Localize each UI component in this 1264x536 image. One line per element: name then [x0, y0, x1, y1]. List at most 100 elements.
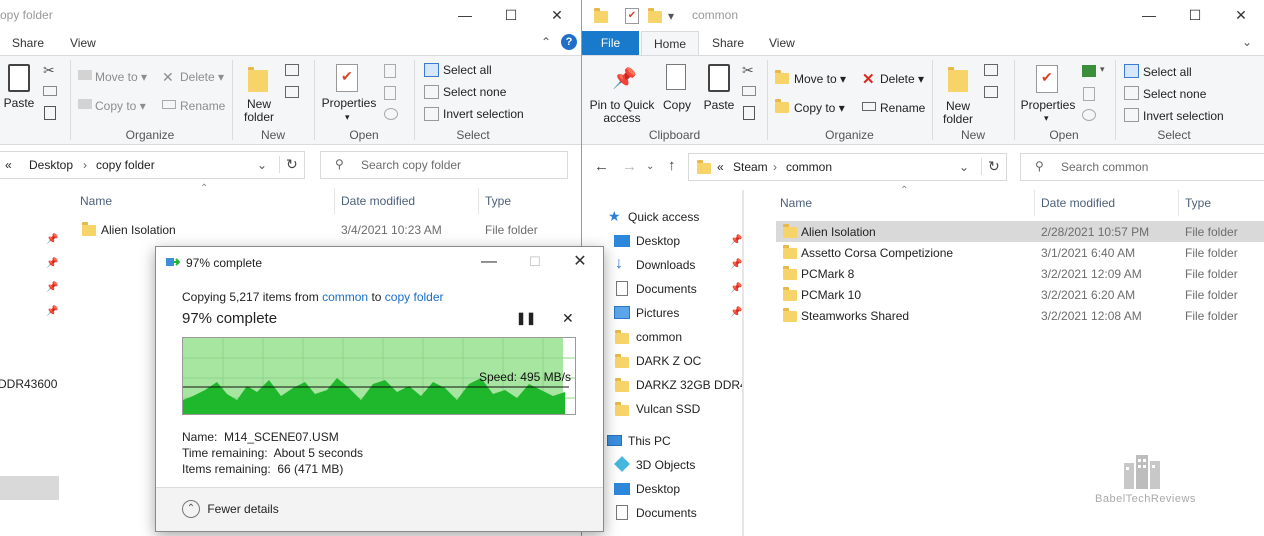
file-row-name[interactable]: Alien Isolation: [801, 225, 876, 239]
copy-to-button[interactable]: Copy to ▾: [95, 99, 146, 113]
file-row-name[interactable]: PCMark 10: [801, 288, 861, 302]
address-dropdown-icon[interactable]: ⌄: [257, 158, 267, 172]
move-to-button[interactable]: Move to ▾: [95, 70, 147, 84]
open-icon[interactable]: [384, 64, 396, 78]
select-all-button[interactable]: Select all: [443, 63, 492, 77]
copy-path-icon[interactable]: [43, 86, 57, 96]
copy-path-icon[interactable]: [742, 86, 756, 96]
minimize-button[interactable]: —: [466, 251, 512, 275]
destination-link[interactable]: copy folder: [385, 290, 444, 304]
new-item-icon[interactable]: [984, 64, 998, 76]
help-icon[interactable]: ?: [561, 34, 577, 50]
edit-icon[interactable]: [384, 86, 396, 100]
fewer-details-button[interactable]: ⌃ Fewer details: [182, 500, 279, 520]
pin-to-quick-access-button[interactable]: Pin to Quick access: [587, 99, 657, 125]
open-icon[interactable]: [1082, 65, 1096, 77]
source-link[interactable]: common: [322, 290, 368, 304]
history-icon[interactable]: [384, 108, 398, 120]
nav-item-common[interactable]: common: [582, 325, 742, 349]
properties-dropdown-icon[interactable]: ▾: [345, 112, 350, 123]
back-arrow-icon[interactable]: ←: [594, 158, 609, 175]
column-header-type[interactable]: Type: [485, 194, 511, 208]
properties-quick-icon[interactable]: ✔: [625, 8, 639, 24]
maximize-button[interactable]: ☐: [488, 0, 534, 31]
collapse-ribbon-icon[interactable]: ⌃: [541, 35, 551, 49]
refresh-icon[interactable]: ↻: [279, 156, 298, 173]
breadcrumb-overflow[interactable]: «: [5, 158, 12, 172]
nav-splitter[interactable]: [742, 190, 744, 536]
invert-selection-button[interactable]: Invert selection: [1143, 109, 1224, 123]
tab-file[interactable]: File: [582, 31, 639, 55]
history-icon[interactable]: [1082, 109, 1096, 121]
nav-item-pc-documents[interactable]: Documents: [582, 501, 742, 525]
tab-home[interactable]: Home: [641, 31, 700, 55]
nav-item-documents[interactable]: Documents 📌: [582, 277, 742, 301]
minimize-button[interactable]: —: [442, 0, 488, 31]
nav-quick-access[interactable]: ★ Quick access: [582, 205, 742, 229]
nav-item-pc-desktop[interactable]: Desktop: [582, 477, 742, 501]
tab-share[interactable]: Share: [0, 31, 56, 55]
new-folder-quick-icon[interactable]: [648, 8, 662, 23]
nav-item-vulcan-ssd[interactable]: Vulcan SSD: [582, 397, 742, 421]
file-row-name[interactable]: Assetto Corsa Competizione: [801, 246, 953, 260]
nav-item-pictures[interactable]: Pictures 📌: [582, 301, 742, 325]
nav-item-partial[interactable]: DDR43600: [0, 377, 57, 391]
tab-view[interactable]: View: [58, 31, 108, 55]
nav-item-darkz-32gb[interactable]: DARKZ 32GB DDR43: [582, 373, 742, 397]
rename-button[interactable]: Rename: [880, 101, 925, 115]
nav-item-desktop[interactable]: Desktop 📌: [582, 229, 742, 253]
file-row-name[interactable]: PCMark 8: [801, 267, 854, 281]
select-all-button[interactable]: Select all: [1143, 65, 1192, 79]
breadcrumb-steam[interactable]: Steam: [733, 160, 768, 174]
paste-button[interactable]: Paste: [3, 97, 35, 110]
cancel-button[interactable]: ✕: [562, 310, 574, 327]
minimize-button[interactable]: —: [1126, 0, 1172, 31]
select-none-button[interactable]: Select none: [443, 85, 506, 99]
address-bar[interactable]: « Desktop › copy folder ⌄ ↻: [0, 151, 305, 179]
up-arrow-icon[interactable]: ↑: [668, 157, 676, 174]
search-box[interactable]: ⚲ Search copy folder: [320, 151, 568, 179]
file-row-name[interactable]: Alien Isolation: [101, 223, 176, 237]
close-button[interactable]: ✕: [534, 0, 580, 31]
paste-shortcut-icon[interactable]: [743, 106, 755, 120]
nav-this-pc[interactable]: This PC: [582, 429, 742, 453]
breadcrumb-copy-folder[interactable]: copy folder: [96, 158, 155, 172]
nav-item-downloads[interactable]: ↓ Downloads 📌: [582, 253, 742, 277]
paste-button[interactable]: Paste: [702, 99, 736, 112]
move-to-button[interactable]: Move to ▾: [794, 72, 846, 86]
easy-access-icon[interactable]: [984, 86, 998, 98]
new-folder-button[interactable]: New folder: [939, 100, 977, 126]
refresh-icon[interactable]: ↻: [981, 158, 1000, 175]
rename-button[interactable]: Rename: [180, 99, 225, 113]
column-header-name[interactable]: Name: [80, 194, 112, 208]
nav-item-3d-objects[interactable]: 3D Objects: [582, 453, 742, 477]
paste-shortcut-icon[interactable]: [44, 106, 56, 120]
maximize-button[interactable]: ☐: [1172, 0, 1218, 31]
cut-icon[interactable]: ✂: [742, 62, 754, 79]
forward-arrow-icon[interactable]: →: [622, 158, 637, 175]
recent-locations-icon[interactable]: ⌄: [646, 161, 654, 172]
address-dropdown-icon[interactable]: ⌄: [959, 160, 969, 174]
file-row-name[interactable]: Steamworks Shared: [801, 309, 909, 323]
search-input[interactable]: Search common: [1061, 160, 1148, 174]
delete-button[interactable]: Delete ▾: [180, 70, 224, 84]
breadcrumb-desktop[interactable]: Desktop: [29, 158, 73, 172]
properties-button[interactable]: Properties: [320, 97, 378, 110]
pause-button[interactable]: ❚❚: [516, 311, 536, 325]
search-input[interactable]: Search copy folder: [361, 158, 461, 172]
cut-icon[interactable]: ✂: [43, 62, 55, 79]
column-header-type[interactable]: Type: [1185, 196, 1211, 210]
column-header-date[interactable]: Date modified: [1041, 196, 1115, 210]
invert-selection-button[interactable]: Invert selection: [443, 107, 524, 121]
customize-toolbar-icon[interactable]: ▾: [668, 9, 674, 23]
copy-to-button[interactable]: Copy to ▾: [794, 101, 845, 115]
column-header-name[interactable]: Name: [780, 196, 812, 210]
column-header-date[interactable]: Date modified: [341, 194, 415, 208]
tab-view[interactable]: View: [757, 31, 807, 55]
properties-button[interactable]: Properties: [1019, 99, 1077, 112]
select-none-button[interactable]: Select none: [1143, 87, 1206, 101]
expand-ribbon-icon[interactable]: ⌄: [1242, 35, 1252, 49]
edit-icon[interactable]: [1083, 87, 1095, 101]
open-dropdown-icon[interactable]: ▾: [1100, 64, 1105, 75]
new-folder-button[interactable]: New folder: [240, 98, 278, 124]
